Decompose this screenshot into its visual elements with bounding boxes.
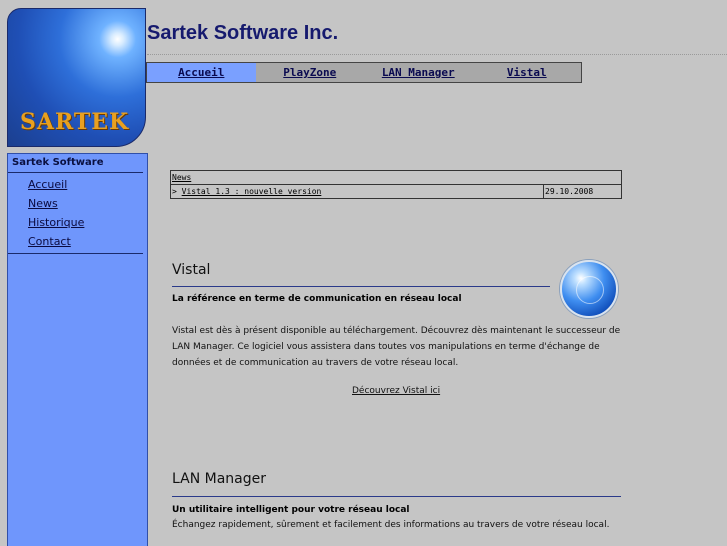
nav-item-playzone[interactable]: PlayZone <box>256 63 365 82</box>
news-header: News <box>170 170 622 185</box>
news-item-link[interactable]: Vistal 1.3 : nouvelle version <box>182 187 322 196</box>
sidebar-item-contact[interactable]: Contact <box>8 232 143 251</box>
title-divider <box>147 54 727 55</box>
nav-item-vistal[interactable]: Vistal <box>473 63 582 82</box>
nav-item-accueil[interactable]: Accueil <box>147 63 256 82</box>
section-body-lan-manager: Échangez rapidement, sûrement et facilem… <box>172 520 610 530</box>
site-title: Sartek Software Inc. <box>147 22 339 44</box>
nav-item-lan-manager[interactable]: LAN Manager <box>364 63 473 82</box>
logo-text: Sartek <box>20 109 130 135</box>
section-divider <box>172 496 621 497</box>
section-subtitle-vistal: La référence en terme de communication e… <box>172 294 462 304</box>
news-item-prefix: > <box>172 187 177 196</box>
section-title-lan-manager: LAN Manager <box>172 471 266 487</box>
sidebar-title: Sartek Software <box>8 154 143 173</box>
section-body-vistal: Vistal est dès à présent disponible au t… <box>172 326 621 368</box>
section-title-vistal: Vistal <box>172 262 211 278</box>
news-item-cell: > Vistal 1.3 : nouvelle version <box>170 184 544 199</box>
section-subtitle-lan-manager: Un utilitaire intelligent pour votre rés… <box>172 505 410 515</box>
sidebar-item-historique[interactable]: Historique <box>8 213 143 232</box>
news-table: News > Vistal 1.3 : nouvelle version 29.… <box>170 170 622 199</box>
discover-vistal-link[interactable]: Découvrez Vistal ici <box>352 386 440 396</box>
section-divider <box>172 286 550 287</box>
news-item-date: 29.10.2008 <box>543 184 622 199</box>
sidebar-menu: Accueil News Historique Contact <box>8 173 143 254</box>
table-row: > Vistal 1.3 : nouvelle version 29.10.20… <box>170 184 622 199</box>
sidebar-item-news[interactable]: News <box>8 194 143 213</box>
top-nav: Accueil PlayZone LAN Manager Vistal <box>146 62 582 83</box>
globe-icon <box>560 260 618 318</box>
sartek-logo: Sartek <box>7 8 146 147</box>
sidebar-item-accueil[interactable]: Accueil <box>8 175 143 194</box>
sidebar: Sartek Software Accueil News Historique … <box>7 153 148 546</box>
